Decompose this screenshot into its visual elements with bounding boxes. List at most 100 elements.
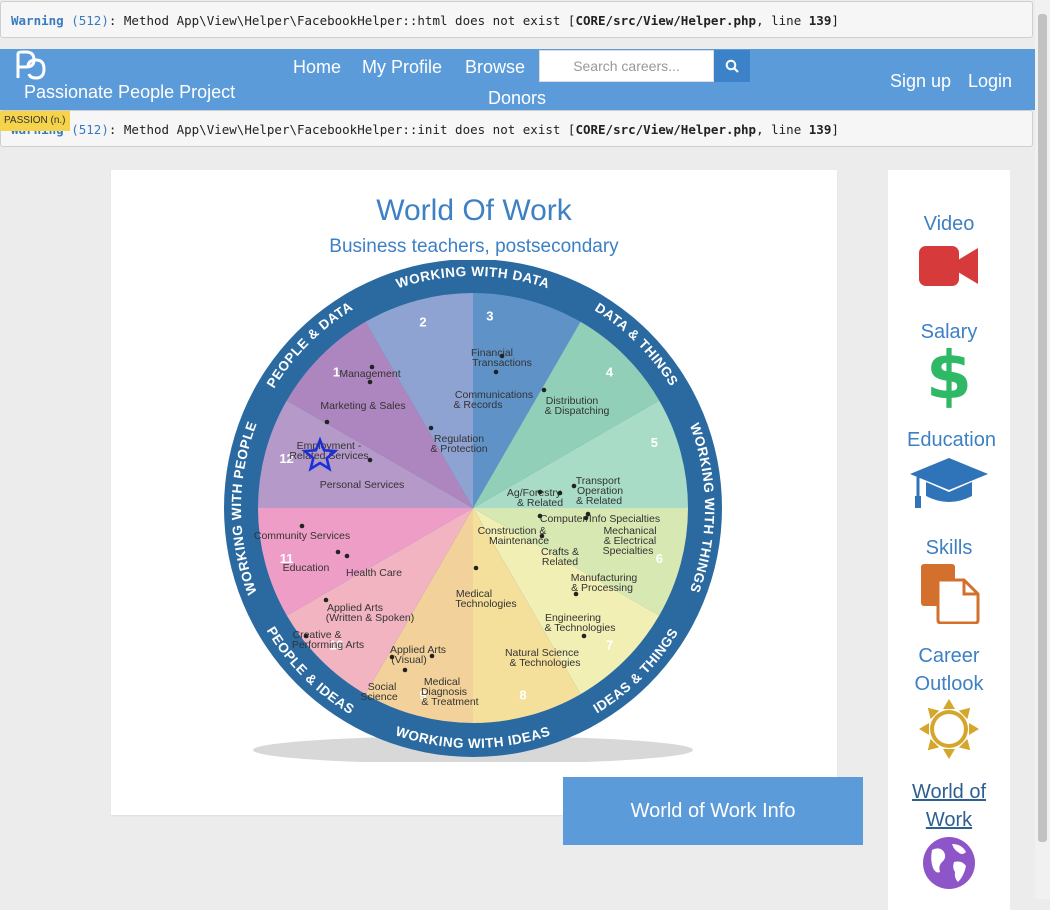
world-of-work-wheel: 345678910111212WORKING WITH DATADATA & T…: [224, 260, 722, 762]
warning-file: CORE/src/View/Helper.php: [575, 13, 757, 28]
php-warning: Warning (512): Method App\View\Helper\Fa…: [0, 1, 1033, 38]
sidebar: Video Salary $ Education Skills Career O…: [888, 170, 1010, 910]
nav-home[interactable]: Home: [293, 57, 341, 78]
region-number: 8: [519, 687, 526, 702]
sidebar-item-education[interactable]: Education: [888, 426, 1010, 516]
nav-donors[interactable]: Donors: [488, 88, 546, 109]
sun-icon: [919, 699, 979, 759]
region-number: 5: [651, 435, 658, 450]
career-label: (Visual): [391, 654, 426, 666]
career-dot: [323, 597, 329, 603]
career-dot: [389, 654, 395, 660]
career-label: Related: [542, 556, 578, 568]
warning-message: : Method App\View\Helper\FacebookHelper:…: [108, 122, 576, 137]
career-dot: [537, 513, 543, 519]
region-number: 7: [606, 637, 613, 652]
warning-code: (512): [71, 122, 109, 137]
sidebar-item-salary[interactable]: Salary $: [888, 318, 1010, 414]
career-label: Marketing & Sales: [320, 400, 405, 412]
warning-end: ]: [831, 13, 839, 28]
career-label: & Related: [576, 495, 622, 507]
region-number: 2: [419, 315, 426, 330]
warning-code: (512): [71, 13, 109, 28]
career-dot: [541, 387, 547, 393]
dollar-icon: $: [926, 337, 972, 414]
career-label: & Records: [453, 399, 502, 411]
search-input[interactable]: Search careers...: [539, 50, 714, 82]
career-label: Personal Services: [320, 479, 405, 491]
globe-icon: [923, 837, 975, 889]
sidebar-item-label: Education: [907, 429, 996, 451]
career-label: Technologies: [455, 598, 516, 610]
career-label: Computer/Info Specialties: [540, 513, 660, 525]
career-label: & Protection: [430, 443, 487, 455]
warning-line: 139: [808, 122, 832, 137]
career-label: & Dispatching: [545, 405, 610, 417]
scrollbar[interactable]: [1035, 0, 1050, 899]
scrollbar-thumb[interactable]: [1038, 14, 1047, 842]
career-dot: [557, 490, 563, 496]
career-dot: [581, 633, 587, 639]
warning-line-text: , line: [756, 13, 809, 28]
career-dot: [344, 553, 350, 559]
career-dot: [428, 425, 434, 431]
warning-line: 139: [808, 13, 832, 28]
sidebar-item-world-of-work[interactable]: World of Work: [888, 778, 1010, 896]
career-dot: [299, 523, 305, 529]
sidebar-item-label: Video: [923, 213, 975, 235]
career-label: Science: [360, 691, 398, 703]
graduation-cap-icon: [910, 458, 988, 508]
career-label: Performing Arts: [292, 639, 364, 651]
career-subtitle: Business teachers, postsecondary: [329, 236, 619, 257]
page-title: World Of Work: [376, 194, 572, 227]
career-dot: [367, 379, 373, 385]
career-dot: [493, 369, 499, 375]
career-dot: [369, 364, 375, 370]
career-label: & Technologies: [544, 622, 615, 634]
sidebar-item-label: Career: [918, 645, 980, 667]
login-link[interactable]: Login: [968, 71, 1012, 92]
region-number: 3: [486, 309, 493, 324]
search-button[interactable]: [714, 50, 750, 82]
career-dot: [499, 353, 505, 359]
career-dot: [473, 565, 479, 571]
passion-tag: PASSION (n.): [0, 111, 70, 131]
sidebar-item-label: Outlook: [914, 673, 984, 695]
copy-documents-icon: [921, 564, 980, 625]
logo-icon[interactable]: [14, 50, 46, 80]
career-label: & Treatment: [421, 696, 478, 708]
warning-file: CORE/src/View/Helper.php: [575, 122, 757, 137]
warning-label: Warning: [11, 13, 64, 28]
career-dot: [429, 653, 435, 659]
signup-link[interactable]: Sign up: [890, 71, 951, 92]
career-label: Community Services: [254, 530, 350, 542]
career-dot: [402, 667, 408, 673]
warning-message: : Method App\View\Helper\FacebookHelper:…: [108, 13, 576, 28]
career-label: (Written & Spoken): [326, 612, 415, 624]
php-warning: Warning (512): Method App\View\Helper\Fa…: [0, 110, 1033, 147]
warning-line-text: , line: [756, 122, 809, 137]
sidebar-item-skills[interactable]: Skills: [888, 534, 1010, 630]
career-label: Transactions: [472, 357, 532, 369]
career-dot: [539, 533, 545, 539]
sidebar-item-career-outlook[interactable]: Career Outlook: [888, 642, 1010, 765]
nav-my-profile[interactable]: My Profile: [362, 57, 442, 78]
career-label: & Processing: [571, 582, 633, 594]
career-dot: [537, 489, 543, 495]
region-number: 4: [606, 365, 614, 380]
world-of-work-card: World Of Work Business teachers, postsec…: [111, 170, 837, 815]
sidebar-item-label: World of: [911, 781, 987, 803]
world-of-work-info-button[interactable]: World of Work Info: [563, 777, 863, 845]
sidebar-item-video[interactable]: Video: [888, 210, 1010, 295]
navbar: Passionate People Project Home My Profil…: [0, 49, 1035, 110]
video-camera-icon: [919, 246, 978, 286]
career-dot: [583, 515, 589, 521]
sidebar-item-label: Skills: [925, 537, 973, 559]
career-label: Specialties: [603, 545, 654, 557]
nav-browse[interactable]: Browse: [465, 57, 525, 78]
career-label: & Related: [517, 497, 563, 509]
career-dot: [585, 511, 591, 517]
brand-name[interactable]: Passionate People Project: [24, 82, 235, 103]
sidebar-item-label: Work: [925, 809, 973, 831]
career-dot: [303, 633, 309, 639]
